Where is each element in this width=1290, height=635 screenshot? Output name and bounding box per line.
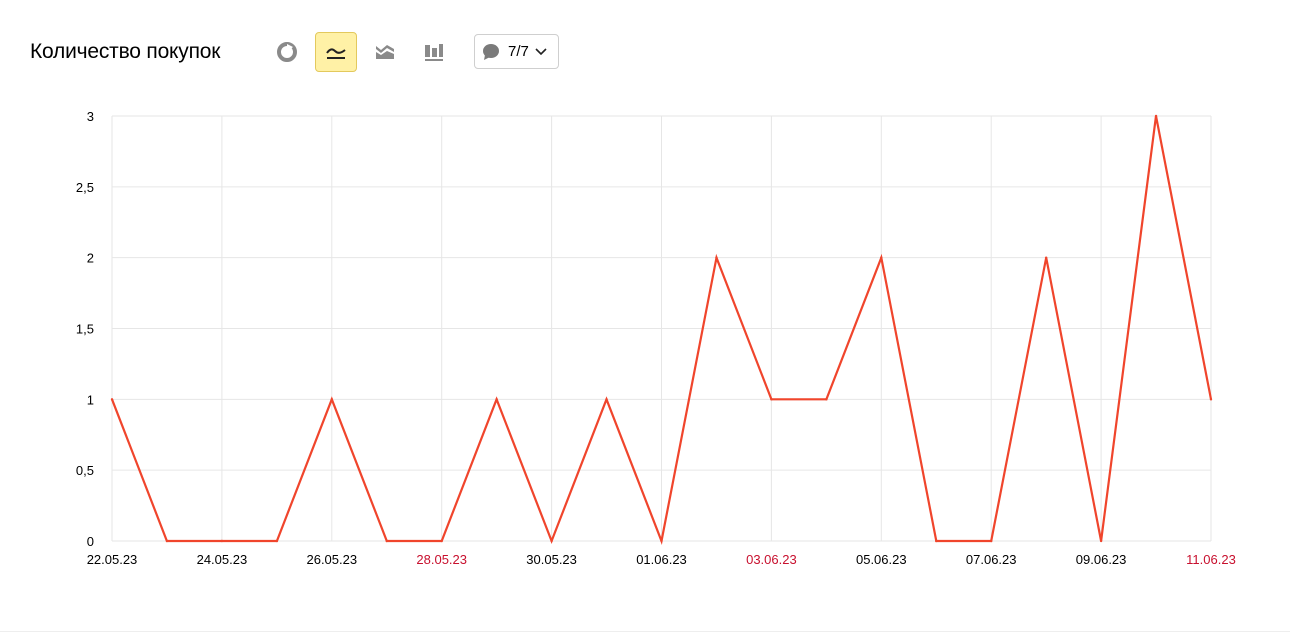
y-tick-label: 0,5 bbox=[76, 463, 94, 478]
data-point bbox=[550, 539, 553, 543]
divider bbox=[0, 631, 1290, 632]
x-tick-label: 05.06.23 bbox=[856, 552, 907, 567]
x-tick-label: 01.06.23 bbox=[636, 552, 687, 567]
data-point bbox=[825, 398, 828, 401]
data-point bbox=[880, 256, 883, 259]
x-tick-label: 03.06.23 bbox=[746, 552, 797, 567]
y-tick-label: 1 bbox=[87, 392, 94, 407]
data-point bbox=[165, 539, 169, 543]
x-tick-label: 24.05.23 bbox=[197, 552, 248, 567]
data-point bbox=[220, 539, 224, 543]
data-point bbox=[1154, 114, 1158, 118]
data-point bbox=[1044, 256, 1048, 259]
data-point bbox=[110, 398, 114, 401]
x-tick-label: 11.06.23 bbox=[1186, 552, 1236, 567]
y-tick-label: 0 bbox=[87, 534, 94, 549]
x-tick-label: 07.06.23 bbox=[966, 552, 1017, 567]
data-point bbox=[330, 398, 333, 401]
x-tick-label: 30.05.23 bbox=[526, 552, 577, 567]
data-point bbox=[770, 398, 773, 401]
data-point bbox=[1099, 539, 1103, 543]
data-point bbox=[440, 539, 443, 543]
data-point bbox=[385, 539, 388, 543]
x-tick-label: 22.05.23 bbox=[87, 552, 138, 567]
data-point bbox=[495, 398, 498, 401]
data-point bbox=[275, 539, 279, 543]
data-point bbox=[605, 398, 608, 401]
x-tick-label: 28.05.23 bbox=[416, 552, 467, 567]
data-point bbox=[990, 539, 993, 543]
line-chart: 0 0,5 1 1,5 2 2,5 3 22.05.23 24.05.23 26.05.23 28.… bbox=[76, 109, 1236, 567]
data-point bbox=[715, 256, 718, 259]
y-tick-label: 3 bbox=[87, 109, 94, 124]
x-tick-label: 09.06.23 bbox=[1076, 552, 1127, 567]
data-point bbox=[1209, 398, 1213, 401]
data-point bbox=[935, 539, 938, 543]
y-tick-label: 2,5 bbox=[76, 180, 94, 195]
x-tick-label: 26.05.23 bbox=[306, 552, 357, 567]
y-tick-label: 1,5 bbox=[76, 322, 94, 337]
data-point bbox=[660, 539, 663, 543]
y-tick-label: 2 bbox=[87, 251, 94, 266]
